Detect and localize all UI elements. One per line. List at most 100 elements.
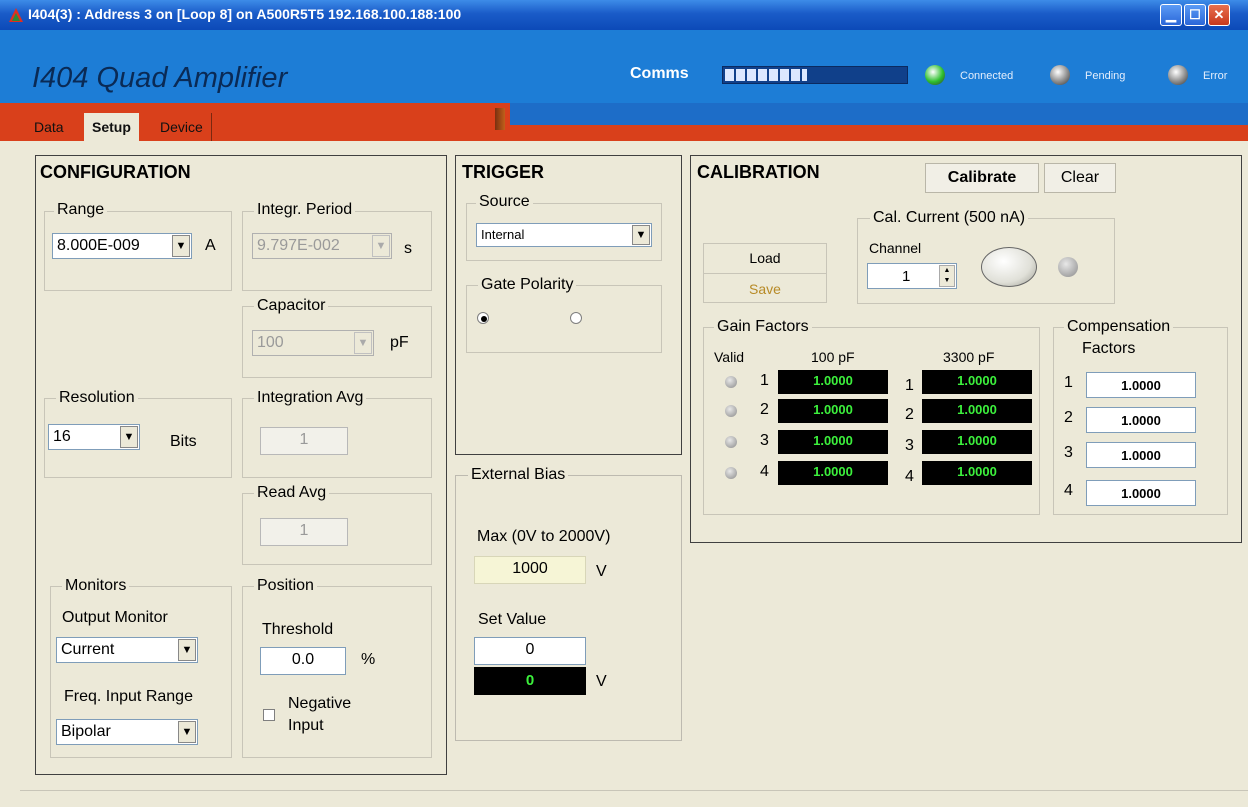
comms-progress-fill	[725, 69, 807, 81]
gain-factors-label: Gain Factors	[714, 318, 812, 336]
gate-polarity-group	[466, 285, 662, 353]
gain-valid-led-icon	[725, 376, 737, 388]
chevron-down-icon[interactable]: ▼	[178, 721, 196, 743]
gain-valid-led-icon	[725, 405, 737, 417]
position-label: Position	[254, 577, 317, 595]
source-value: Internal	[481, 227, 525, 242]
integr-period-unit: s	[404, 240, 412, 257]
threshold-unit: %	[361, 651, 376, 668]
integr-period-select[interactable]: 9.797E-002 ▼	[252, 233, 392, 259]
compensation-factor-input[interactable]: 1.0000	[1086, 407, 1196, 433]
gain-100pf-value: 1.0000	[778, 430, 888, 454]
tab-strip-marker-icon	[495, 108, 505, 130]
integration-avg-input[interactable]: 1	[260, 427, 348, 455]
save-button[interactable]: Save	[704, 275, 826, 303]
tab-device[interactable]: Device	[152, 113, 212, 141]
gain-3300pf-value: 1.0000	[922, 461, 1032, 485]
chevron-down-icon[interactable]: ▼	[632, 225, 650, 245]
close-button[interactable]: ✕	[1208, 4, 1230, 26]
chevron-down-icon[interactable]: ▼	[172, 235, 190, 257]
app-logo-icon	[9, 8, 23, 22]
resolution-select[interactable]: 16 ▼	[48, 424, 140, 450]
error-led-icon	[1168, 65, 1188, 85]
gain-channel-number-2: 3	[905, 437, 914, 454]
threshold-input[interactable]: 0.0	[260, 647, 346, 675]
bias-readback: 0	[474, 667, 586, 695]
compensation-factor-input[interactable]: 1.0000	[1086, 442, 1196, 468]
compensation-factor-input[interactable]: 1.0000	[1086, 372, 1196, 398]
range-label: Range	[54, 201, 108, 219]
gate-polarity-radio-1[interactable]	[477, 312, 489, 324]
threshold-label: Threshold	[262, 621, 334, 638]
resolution-label: Resolution	[56, 389, 138, 407]
chevron-down-icon[interactable]: ▼	[354, 332, 372, 354]
bias-readback-unit: V	[596, 673, 607, 690]
tab-strip-band	[510, 103, 1248, 125]
gain-100pf-header: 100 pF	[811, 349, 855, 365]
range-select[interactable]: 8.000E-009 ▼	[52, 233, 192, 259]
read-avg-label: Read Avg	[254, 484, 330, 502]
tab-data[interactable]: Data	[26, 113, 72, 141]
gain-channel-number-2: 4	[905, 468, 914, 485]
freq-input-range-select[interactable]: Bipolar ▼	[56, 719, 198, 745]
load-button[interactable]: Load	[704, 244, 826, 272]
max-bias-unit: V	[596, 563, 607, 580]
window-title-bar[interactable]: I404(3) : Address 3 on [Loop 8] on A500R…	[0, 0, 1248, 30]
compensation-factor-input[interactable]: 1.0000	[1086, 480, 1196, 506]
gain-3300pf-header: 3300 pF	[943, 349, 995, 365]
configuration-title: CONFIGURATION	[40, 162, 191, 182]
output-monitor-select[interactable]: Current ▼	[56, 637, 198, 663]
maximize-button[interactable]: ☐	[1184, 4, 1206, 26]
resolution-value: 16	[53, 428, 71, 445]
negative-input-checkbox[interactable]	[263, 709, 275, 721]
cal-current-label: Cal. Current (500 nA)	[870, 209, 1029, 227]
max-bias-label: Max (0V to 2000V)	[477, 528, 611, 545]
capacitor-label: Capacitor	[254, 297, 329, 315]
gate-polarity-radio-2[interactable]	[570, 312, 582, 324]
compensation-channel-number: 3	[1064, 444, 1073, 461]
set-value-label: Set Value	[478, 611, 547, 628]
chevron-down-icon[interactable]: ▼	[178, 639, 196, 661]
gain-channel-number-2: 1	[905, 377, 914, 394]
chevron-down-icon[interactable]: ▼	[372, 235, 390, 257]
channel-value: 1	[902, 268, 911, 285]
source-select[interactable]: Internal ▼	[476, 223, 652, 247]
read-avg-input[interactable]: 1	[260, 518, 348, 546]
status-strip	[20, 790, 1248, 807]
calibrate-button[interactable]: Calibrate	[925, 163, 1039, 193]
maximize-icon: ☐	[1189, 7, 1201, 22]
freq-input-range-label: Freq. Input Range	[64, 688, 193, 705]
gain-3300pf-value: 1.0000	[922, 370, 1032, 394]
set-value-input[interactable]: 0	[474, 637, 586, 665]
compensation-channel-number: 1	[1064, 374, 1073, 391]
close-icon: ✕	[1213, 7, 1225, 22]
calibrate-toggle-button[interactable]	[981, 247, 1037, 287]
calibration-title: CALIBRATION	[697, 162, 820, 182]
comms-progress-bar	[722, 66, 908, 84]
connected-label: Connected	[960, 70, 1014, 82]
minimize-button[interactable]: ▁	[1160, 4, 1182, 26]
output-monitor-label: Output Monitor	[62, 609, 168, 626]
gain-valid-led-icon	[725, 467, 737, 479]
integration-avg-label: Integration Avg	[254, 389, 367, 407]
capacitor-select[interactable]: 100 ▼	[252, 330, 374, 356]
compensation-factors-label-2: Factors	[1082, 340, 1136, 357]
gate-polarity-label: Gate Polarity	[478, 276, 577, 294]
pending-led-icon	[1050, 65, 1070, 85]
chevron-down-icon[interactable]: ▼	[120, 426, 138, 448]
gain-100pf-value: 1.0000	[778, 399, 888, 423]
clear-button[interactable]: Clear	[1044, 163, 1116, 193]
tab-setup[interactable]: Setup	[84, 113, 139, 141]
gain-valid-led-icon	[725, 436, 737, 448]
gain-channel-number: 2	[760, 401, 769, 418]
max-bias-input[interactable]: 1000	[474, 556, 586, 584]
capacitor-unit: pF	[390, 334, 409, 351]
error-label: Error	[1203, 70, 1228, 82]
capacitor-value: 100	[257, 334, 284, 351]
spinner-arrows-icon[interactable]: ▲ ▼	[939, 265, 955, 287]
window-title: I404(3) : Address 3 on [Loop 8] on A500R…	[28, 6, 462, 22]
channel-spinner[interactable]: 1 ▲ ▼	[867, 263, 957, 289]
compensation-factors-label: Compensation	[1064, 318, 1174, 336]
external-bias-group	[455, 475, 682, 741]
negative-input-label-1: Negative	[288, 695, 352, 712]
